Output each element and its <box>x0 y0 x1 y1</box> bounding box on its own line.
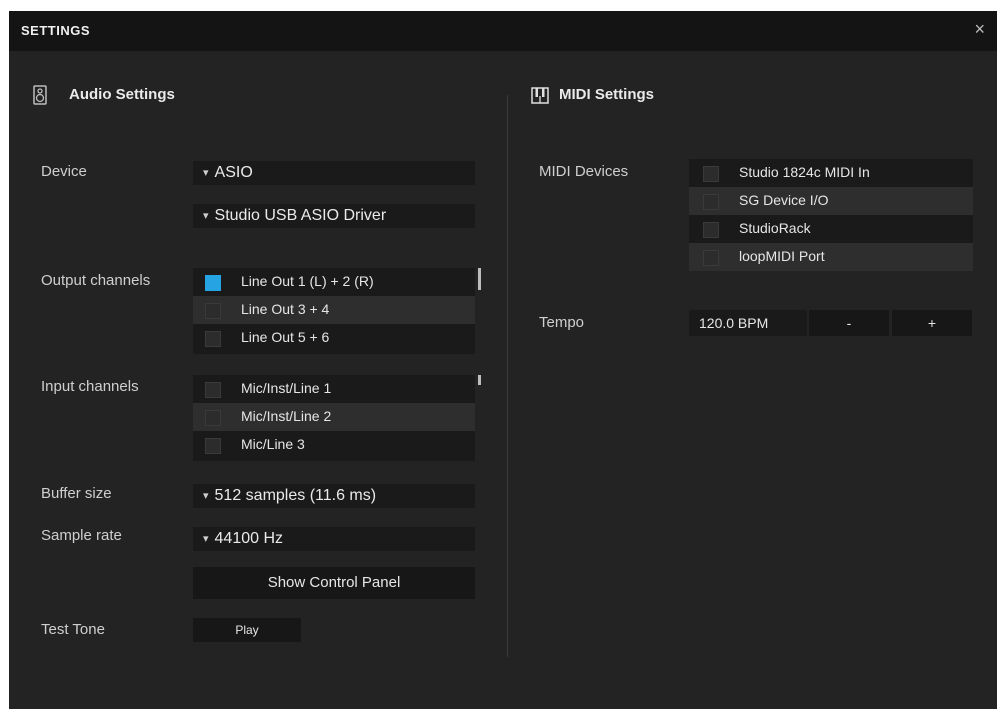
buffer-size-dropdown[interactable]: ▾ 512 samples (11.6 ms) <box>193 484 475 508</box>
section-divider <box>507 95 508 657</box>
input-channel-row[interactable]: Mic/Inst/Line 1 <box>193 375 475 403</box>
checkbox[interactable] <box>205 410 221 426</box>
midi-settings-title: MIDI Settings <box>559 86 655 103</box>
checkbox[interactable] <box>703 166 719 182</box>
test-tone-label: Test Tone <box>41 621 105 638</box>
output-channels-list: Line Out 1 (L) + 2 (R) Line Out 3 + 4 Li… <box>193 268 481 354</box>
input-channel-label: Mic/Inst/Line 1 <box>241 380 332 396</box>
caret-down-icon: ▾ <box>203 167 209 179</box>
midi-device-row[interactable]: loopMIDI Port <box>689 243 973 271</box>
speaker-icon <box>33 85 47 110</box>
midi-device-row[interactable]: StudioRack <box>689 215 973 243</box>
output-channel-row[interactable]: Line Out 1 (L) + 2 (R) <box>193 268 475 296</box>
checkbox[interactable] <box>205 331 221 347</box>
tempo-field[interactable]: 120.0 BPM <box>689 310 807 336</box>
play-button[interactable]: Play <box>193 618 301 642</box>
show-control-panel-button[interactable]: Show Control Panel <box>193 567 475 599</box>
caret-down-icon: ▾ <box>203 490 209 502</box>
audio-settings-title: Audio Settings <box>69 86 175 103</box>
midi-device-label: SG Device I/O <box>739 192 829 208</box>
scrollbar[interactable] <box>478 268 481 290</box>
input-channel-row[interactable]: Mic/Inst/Line 2 <box>193 403 475 431</box>
output-channel-row[interactable]: Line Out 5 + 6 <box>193 324 475 352</box>
output-channel-row[interactable]: Line Out 3 + 4 <box>193 296 475 324</box>
device-type-value: ASIO <box>214 164 253 181</box>
tempo-increase-button[interactable]: + <box>892 310 972 336</box>
settings-window: SETTINGS × Audio Settings Device ▾ ASIO ▾… <box>9 11 997 709</box>
checkbox[interactable] <box>205 275 221 291</box>
title-bar: SETTINGS × <box>9 11 997 51</box>
input-channels-label: Input channels <box>41 378 139 395</box>
piano-keys-icon <box>531 87 549 109</box>
midi-device-label: StudioRack <box>739 220 811 236</box>
output-channels-label: Output channels <box>41 272 151 289</box>
checkbox[interactable] <box>205 303 221 319</box>
sample-rate-label: Sample rate <box>41 527 122 544</box>
midi-device-label: Studio 1824c MIDI In <box>739 164 870 180</box>
midi-devices-list: Studio 1824c MIDI In SG Device I/O Studi… <box>689 159 973 271</box>
checkbox[interactable] <box>205 438 221 454</box>
tempo-label: Tempo <box>539 314 585 331</box>
buffer-size-value: 512 samples (11.6 ms) <box>214 487 377 504</box>
window-title: SETTINGS <box>21 23 91 38</box>
midi-device-row[interactable]: SG Device I/O <box>689 187 973 215</box>
close-icon[interactable]: × <box>974 19 985 40</box>
buffer-size-label: Buffer size <box>41 485 112 502</box>
checkbox[interactable] <box>205 382 221 398</box>
output-channel-label: Line Out 5 + 6 <box>241 329 330 345</box>
checkbox[interactable] <box>703 222 719 238</box>
checkbox[interactable] <box>703 250 719 266</box>
device-type-dropdown[interactable]: ▾ ASIO <box>193 161 475 185</box>
input-channel-row[interactable]: Mic/Line 3 <box>193 431 475 459</box>
input-channel-label: Mic/Line 3 <box>241 436 305 452</box>
caret-down-icon: ▾ <box>203 210 209 222</box>
scrollbar[interactable] <box>478 375 481 385</box>
caret-down-icon: ▾ <box>203 533 209 545</box>
input-channels-list: Mic/Inst/Line 1 Mic/Inst/Line 2 Mic/Line… <box>193 375 481 461</box>
midi-devices-label: MIDI Devices <box>539 163 629 180</box>
sample-rate-value: 44100 Hz <box>214 530 284 547</box>
device-label: Device <box>41 163 87 180</box>
checkbox[interactable] <box>703 194 719 210</box>
output-channel-label: Line Out 3 + 4 <box>241 301 330 317</box>
output-channel-label: Line Out 1 (L) + 2 (R) <box>241 273 374 289</box>
tempo-decrease-button[interactable]: - <box>809 310 889 336</box>
midi-device-label: loopMIDI Port <box>739 248 825 264</box>
sample-rate-dropdown[interactable]: ▾ 44100 Hz <box>193 527 475 551</box>
midi-device-row[interactable]: Studio 1824c MIDI In <box>689 159 973 187</box>
input-channel-label: Mic/Inst/Line 2 <box>241 408 332 424</box>
device-driver-value: Studio USB ASIO Driver <box>214 207 387 224</box>
device-driver-dropdown[interactable]: ▾ Studio USB ASIO Driver <box>193 204 475 228</box>
